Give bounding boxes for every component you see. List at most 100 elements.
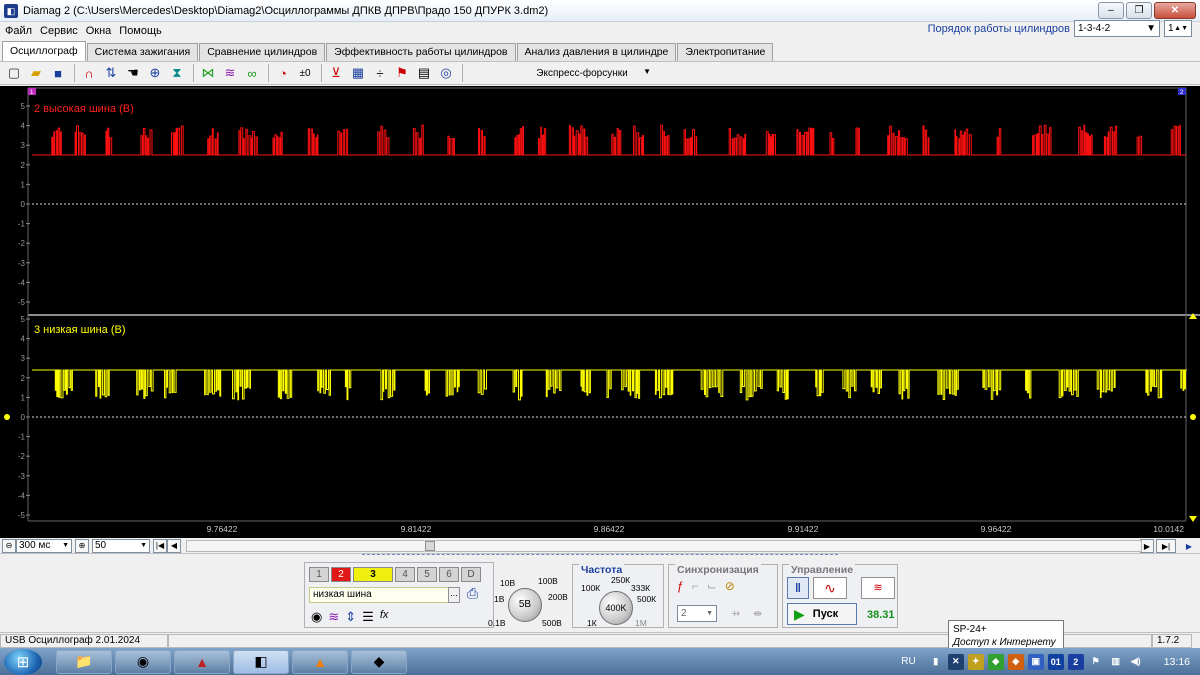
tray-app-x-icon[interactable]: ✕: [947, 653, 964, 670]
wave-overlay-icon[interactable]: ≋: [220, 63, 240, 83]
ch3-offset-marker-right[interactable]: [1190, 414, 1196, 420]
falling-edge-icon[interactable]: ⌐: [692, 579, 699, 593]
channel-d-button[interactable]: D: [461, 567, 481, 582]
vertical-scale-icon[interactable]: ⇕: [345, 609, 356, 625]
timebase-select[interactable]: 300 мс ▼: [16, 538, 72, 553]
scroll-left-icon[interactable]: ◀: [167, 538, 181, 553]
open-folder-icon[interactable]: ▰: [26, 63, 46, 83]
tray-app-01-icon[interactable]: 01: [1047, 653, 1064, 670]
app-a-task[interactable]: ▲: [174, 649, 230, 674]
auto-icon[interactable]: ◎: [436, 63, 456, 83]
tray-app-green-icon[interactable]: ◆: [987, 653, 1004, 670]
wave-cross-icon[interactable]: ∞: [242, 63, 262, 83]
oscilloscope-view[interactable]: 1 2 2 высокая шина (В) 3 низкая шина (В)…: [0, 86, 1200, 538]
tray-app-star-icon[interactable]: ✦: [967, 653, 984, 670]
channel-2-button[interactable]: 2: [331, 567, 351, 582]
channel-4-button[interactable]: 4: [395, 567, 415, 582]
sine-mode-button[interactable]: ∿: [813, 577, 847, 599]
menu-help[interactable]: Помощь: [119, 25, 162, 37]
close-button[interactable]: ✕: [1154, 2, 1196, 19]
explorer-task[interactable]: 📁: [56, 649, 112, 674]
title-bar: ◧ Diamag 2 (C:\Users\Mercedes\Desktop\Di…: [0, 0, 1200, 22]
start-button[interactable]: ▶ Пуск: [787, 603, 857, 625]
wave-filter-icon[interactable]: ≋: [328, 609, 339, 625]
pause-button[interactable]: ‖: [787, 577, 809, 599]
maximize-button[interactable]: ❐: [1126, 2, 1152, 19]
tab-oscilloscope[interactable]: Осциллограф: [2, 41, 86, 61]
zoom-out-icon[interactable]: ⊖: [2, 538, 16, 553]
compress-wave-icon[interactable]: ⋈: [198, 63, 218, 83]
lines-icon[interactable]: ☰: [362, 609, 374, 625]
network-icon[interactable]: ▥: [1108, 654, 1124, 670]
app-b-task[interactable]: ◆: [351, 649, 407, 674]
channel-name-input[interactable]: низкая шина: [309, 587, 449, 603]
minimize-button[interactable]: –: [1098, 2, 1124, 19]
zoom-select[interactable]: 50 ▼: [92, 538, 150, 553]
cursor-measure-icon[interactable]: ⇅: [101, 63, 121, 83]
sync-delay-icon[interactable]: ⇼: [753, 607, 762, 620]
sync-level-icon[interactable]: ⇸: [731, 607, 740, 620]
pulse-edge-icon[interactable]: ⌙: [707, 579, 717, 593]
menu-service[interactable]: Сервис: [40, 25, 78, 37]
go-start-icon[interactable]: |◀: [153, 538, 167, 553]
play-icon[interactable]: ▶: [1182, 539, 1196, 553]
new-file-icon[interactable]: ▢: [4, 63, 24, 83]
noise-mode-button[interactable]: ≋: [861, 577, 895, 599]
language-indicator[interactable]: RU: [901, 656, 915, 667]
preset-select[interactable]: Экспресс-форсунки ▼: [507, 64, 657, 82]
frequency-knob[interactable]: 400K: [599, 591, 633, 625]
tab-cylinder-compare[interactable]: Сравнение цилиндров: [199, 43, 326, 61]
scope-canvas[interactable]: 1 2 2 высокая шина (В) 3 низкая шина (В)…: [0, 86, 1200, 538]
vlc-task[interactable]: ▲: [292, 649, 348, 674]
volts-knob[interactable]: 5В: [508, 588, 542, 622]
tray-app-2-icon[interactable]: 2: [1067, 653, 1084, 670]
ch3-offset-marker[interactable]: [4, 414, 10, 420]
ch3-scale-up-icon[interactable]: [1189, 313, 1197, 319]
zoom-fit-icon[interactable]: ⧗: [167, 63, 187, 83]
menu-file[interactable]: Файл: [5, 25, 32, 37]
go-end-icon[interactable]: ▶|: [1156, 539, 1176, 553]
grid-table-icon[interactable]: ▦: [348, 63, 368, 83]
channel-6-button[interactable]: 6: [439, 567, 459, 582]
start-menu-button[interactable]: ⊞: [4, 648, 42, 675]
printer-icon[interactable]: ⎙: [467, 585, 487, 605]
filter-icon[interactable]: ⊻: [326, 63, 346, 83]
channel-5-button[interactable]: 5: [417, 567, 437, 582]
zoom-in-icon[interactable]: ⊕: [75, 538, 89, 553]
divider-icon[interactable]: ÷: [370, 63, 390, 83]
cylinder-order-select[interactable]: 1-3-4-2 ▼: [1074, 20, 1160, 37]
chrome-task[interactable]: ◉: [115, 649, 171, 674]
zero-offset-icon[interactable]: ±0: [295, 63, 315, 83]
flag-icon[interactable]: ⚑: [1088, 654, 1104, 670]
sync-off-icon[interactable]: ⊘: [725, 579, 735, 593]
ch3-scale-down-icon[interactable]: [1189, 516, 1197, 522]
hand-icon[interactable]: ☚: [123, 63, 143, 83]
cylinder-spinner[interactable]: 1 ▲▼: [1164, 20, 1192, 37]
channel-3-button[interactable]: 3: [353, 567, 393, 582]
rising-edge-icon[interactable]: ƒ: [677, 579, 684, 593]
channel-1-button[interactable]: 1: [309, 567, 329, 582]
scroll-right-icon[interactable]: ▶: [1140, 539, 1154, 553]
tray-app-blue-icon[interactable]: ▣: [1027, 653, 1044, 670]
zoom-icon[interactable]: ⊕: [145, 63, 165, 83]
menu-windows[interactable]: Окна: [86, 25, 112, 37]
notes-icon[interactable]: ▤: [414, 63, 434, 83]
volume-icon[interactable]: ◀): [1128, 654, 1144, 670]
diamag-task[interactable]: ◧: [233, 649, 289, 674]
time-scroll-thumb[interactable]: [425, 541, 435, 551]
signal-icon[interactable]: ▮: [928, 654, 944, 670]
channel-name-more-button[interactable]: ...: [448, 587, 460, 603]
time-scrollbar[interactable]: [186, 540, 1142, 552]
marker-flag-icon[interactable]: ⚑: [392, 63, 412, 83]
tab-pressure-analysis[interactable]: Анализ давления в цилиндре: [516, 43, 677, 61]
sync-channel-select[interactable]: 2 ▼: [677, 605, 717, 622]
tab-power-supply[interactable]: Электропитание: [677, 43, 774, 61]
eye-icon[interactable]: ◉: [311, 609, 322, 625]
auto-scale-icon[interactable]: ◔: [273, 63, 293, 83]
function-icon[interactable]: fx: [380, 609, 389, 625]
save-icon[interactable]: ■: [48, 63, 68, 83]
tray-app-orange-icon[interactable]: ◈: [1007, 653, 1024, 670]
tab-cylinder-efficiency[interactable]: Эффективность работы цилиндров: [326, 43, 516, 61]
cursor-arc-icon[interactable]: ∩: [79, 63, 99, 83]
tab-ignition[interactable]: Система зажигания: [86, 43, 199, 61]
